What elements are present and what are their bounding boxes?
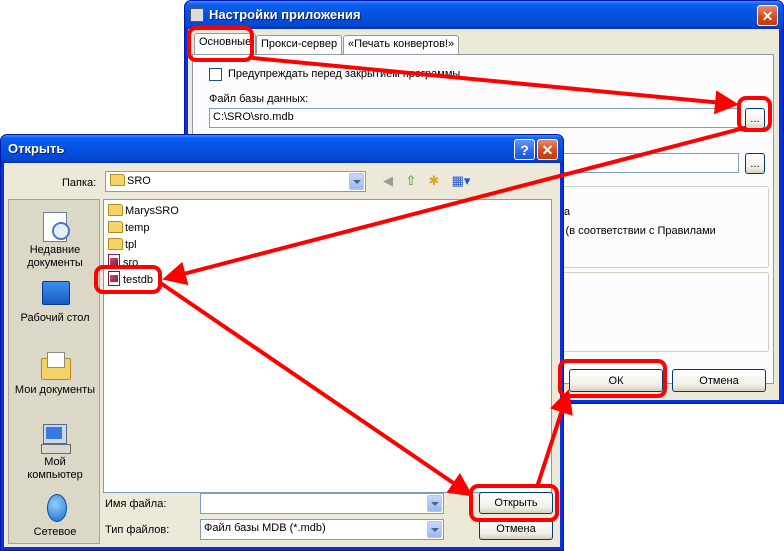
file-name: sro	[123, 257, 139, 269]
back-icon[interactable]: ◀	[379, 172, 397, 190]
place-recent-label-2: документы	[27, 257, 83, 269]
app-settings-icon	[190, 8, 204, 22]
list-item[interactable]: testdb	[108, 271, 153, 287]
open-dialog-titlebar: Открыть ? ✕	[1, 135, 563, 163]
place-my-computer-label-1: Мой	[44, 456, 66, 468]
look-in-label: Папка:	[62, 177, 97, 189]
file-name: MarysSRO	[125, 205, 179, 217]
file-name: tpl	[125, 239, 137, 251]
place-my-computer[interactable]: Мой компьютер	[9, 422, 101, 482]
new-folder-icon[interactable]: ✱	[425, 172, 443, 190]
settings-titlebar: Настройки приложения ✕	[185, 1, 783, 29]
db-file-label: Файл базы данных:	[209, 93, 309, 105]
place-network[interactable]: Сетевое	[9, 492, 101, 539]
look-in-combo[interactable]: SRO	[105, 171, 366, 192]
help-button[interactable]: ?	[514, 139, 535, 160]
file-name: testdb	[123, 274, 153, 286]
file-name: temp	[125, 222, 150, 234]
partial-option-text-2: с (в соответствии с Правилами	[557, 225, 716, 237]
settings-close-button[interactable]: ✕	[757, 5, 778, 26]
folder-icon	[108, 238, 123, 250]
place-desktop[interactable]: Рабочий стол	[9, 278, 101, 325]
folder-icon	[108, 221, 123, 233]
open-dialog-window: Открыть ? ✕ Папка: SRO ◀ ⇧ ✱ ▦▾ Недавние…	[0, 134, 564, 551]
open-cancel-label: Отмена	[496, 523, 536, 535]
settings-ok-label: ОК	[608, 374, 624, 387]
look-in-value: SRO	[127, 175, 151, 187]
open-cancel-button[interactable]: Отмена	[479, 518, 553, 540]
settings-title: Настройки приложения	[209, 7, 361, 22]
my-computer-icon	[39, 422, 71, 454]
tab-general[interactable]: Основные	[194, 33, 257, 55]
filetype-dropdown-arrow[interactable]	[427, 521, 442, 538]
list-item[interactable]: MarysSRO	[108, 203, 179, 219]
list-item[interactable]: sro	[108, 254, 138, 270]
filetype-label: Тип файлов:	[105, 524, 170, 536]
open-dialog-client: Папка: SRO ◀ ⇧ ✱ ▦▾ Недавние документы Р…	[4, 163, 560, 547]
places-bar: Недавние документы Рабочий стол Мои доку…	[8, 199, 100, 544]
tab-proxy[interactable]: Прокси-сервер	[256, 35, 343, 55]
file-list[interactable]: MarysSRO temp tpl sro testdb	[103, 199, 552, 493]
settings-cancel-button[interactable]: Отмена	[672, 369, 766, 392]
place-my-computer-label-2: компьютер	[27, 469, 83, 481]
filetype-combo[interactable]: Файл базы MDB (*.mdb)	[200, 519, 444, 540]
tab-envelopes[interactable]: «Печать конвертов!»	[343, 35, 460, 55]
settings-cancel-label: Отмена	[699, 374, 739, 387]
place-desktop-label: Рабочий стол	[20, 312, 90, 324]
place-network-label: Сетевое	[33, 526, 77, 538]
filename-input[interactable]	[200, 493, 444, 514]
open-button[interactable]: Открыть	[479, 492, 553, 514]
warn-before-close-label: Предупреждать перед закрытием программы	[228, 68, 461, 80]
recent-documents-icon	[39, 210, 71, 242]
desktop-icon	[39, 278, 71, 310]
db-browse-button[interactable]: ...	[745, 108, 765, 129]
filename-label: Имя файла:	[105, 498, 167, 510]
db-file-input[interactable]: C:\SRO\sro.mdb	[209, 108, 739, 128]
list-item[interactable]: temp	[108, 220, 149, 236]
second-browse-button[interactable]: ...	[745, 153, 765, 174]
folder-icon	[110, 174, 125, 186]
db-browse-label: ...	[750, 112, 760, 125]
place-my-documents-label: Мои документы	[14, 384, 96, 396]
place-recent-label-1: Недавние	[29, 244, 81, 256]
access-database-icon	[108, 271, 120, 286]
network-icon	[39, 492, 71, 524]
open-dialog-title: Открыть	[8, 141, 65, 156]
warn-before-close-checkbox[interactable]	[209, 68, 222, 81]
view-menu-icon[interactable]: ▦▾	[450, 172, 472, 190]
open-button-label: Открыть	[494, 497, 538, 509]
open-dialog-close-button[interactable]: ✕	[537, 139, 558, 160]
partial-option-text-1: а	[564, 206, 571, 218]
access-database-icon	[108, 254, 120, 269]
list-item[interactable]: tpl	[108, 237, 137, 253]
up-folder-icon[interactable]: ⇧	[402, 172, 420, 190]
my-documents-icon	[39, 350, 71, 382]
place-my-documents[interactable]: Мои документы	[9, 350, 101, 397]
filename-dropdown-arrow[interactable]	[427, 495, 442, 512]
look-in-dropdown-arrow[interactable]	[349, 173, 364, 190]
place-recent[interactable]: Недавние документы	[9, 210, 101, 270]
settings-ok-button[interactable]: ОК	[569, 369, 663, 392]
folder-icon	[108, 204, 123, 216]
second-browse-label: ...	[750, 157, 760, 170]
